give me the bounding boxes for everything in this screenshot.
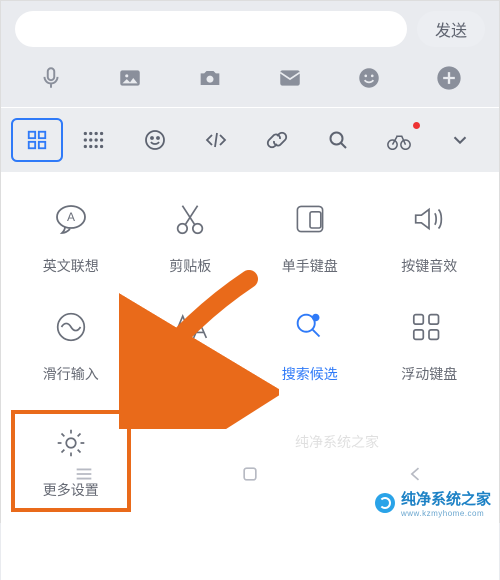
smile-icon[interactable] bbox=[352, 61, 386, 95]
watermark-text: 纯净系统之家 bbox=[295, 432, 379, 452]
tab-collapse[interactable] bbox=[430, 114, 489, 166]
item-search-candidate[interactable]: 搜索候选 bbox=[250, 304, 370, 384]
ime-tab-row bbox=[1, 107, 499, 172]
item-candidate-size[interactable]: 候选字大小 bbox=[131, 304, 251, 384]
brand-url: www.kzmyhome.com bbox=[401, 509, 491, 518]
item-key-sound[interactable]: 按键音效 bbox=[370, 196, 490, 276]
english-assoc-icon: A bbox=[48, 196, 94, 242]
camera-icon[interactable] bbox=[193, 61, 227, 95]
brand-logo-icon bbox=[375, 493, 395, 513]
item-label: 单手键盘 bbox=[282, 256, 338, 276]
float-kb-icon bbox=[406, 304, 452, 350]
mic-icon[interactable] bbox=[34, 61, 68, 95]
search-candidate-icon bbox=[287, 304, 333, 350]
tab-search[interactable] bbox=[308, 114, 367, 166]
item-onehand-kb[interactable]: 单手键盘 bbox=[250, 196, 370, 276]
item-label: 按键音效 bbox=[401, 256, 457, 276]
action-row bbox=[1, 55, 499, 107]
wave-icon bbox=[48, 304, 94, 350]
font-size-icon bbox=[167, 304, 213, 350]
item-glide-input[interactable]: 滑行输入 bbox=[11, 304, 131, 384]
tab-clip[interactable] bbox=[248, 114, 307, 166]
send-button[interactable]: 发送 bbox=[417, 11, 485, 47]
item-english-assoc[interactable]: A 英文联想 bbox=[11, 196, 131, 276]
tab-code[interactable] bbox=[187, 114, 246, 166]
plus-icon[interactable] bbox=[432, 61, 466, 95]
nav-menu-icon[interactable] bbox=[69, 459, 99, 489]
item-float-kb[interactable]: 浮动键盘 bbox=[370, 304, 490, 384]
footer-brand: 纯净系统之家 www.kzmyhome.com bbox=[367, 484, 499, 522]
svg-text:A: A bbox=[67, 210, 75, 224]
item-label: 浮动键盘 bbox=[401, 364, 457, 384]
tab-emoji[interactable] bbox=[126, 114, 185, 166]
envelope-icon[interactable] bbox=[273, 61, 307, 95]
nav-home-icon[interactable] bbox=[235, 459, 265, 489]
message-input[interactable] bbox=[15, 11, 407, 47]
item-label: 滑行输入 bbox=[43, 364, 99, 384]
brand-name: 纯净系统之家 bbox=[401, 488, 491, 509]
item-label: 搜索候选 bbox=[282, 364, 338, 384]
image-icon[interactable] bbox=[113, 61, 147, 95]
item-clipboard[interactable]: 剪贴板 bbox=[131, 196, 251, 276]
item-label: 剪贴板 bbox=[169, 256, 211, 276]
tab-bike[interactable] bbox=[369, 114, 428, 166]
notification-dot-icon bbox=[413, 122, 420, 129]
onehand-icon bbox=[287, 196, 333, 242]
scissors-icon bbox=[167, 196, 213, 242]
item-label: 英文联想 bbox=[43, 256, 99, 276]
sound-icon bbox=[406, 196, 452, 242]
tab-grid[interactable] bbox=[11, 118, 63, 162]
item-label: 候选字大小 bbox=[155, 364, 225, 384]
tab-keyboard[interactable] bbox=[65, 114, 124, 166]
